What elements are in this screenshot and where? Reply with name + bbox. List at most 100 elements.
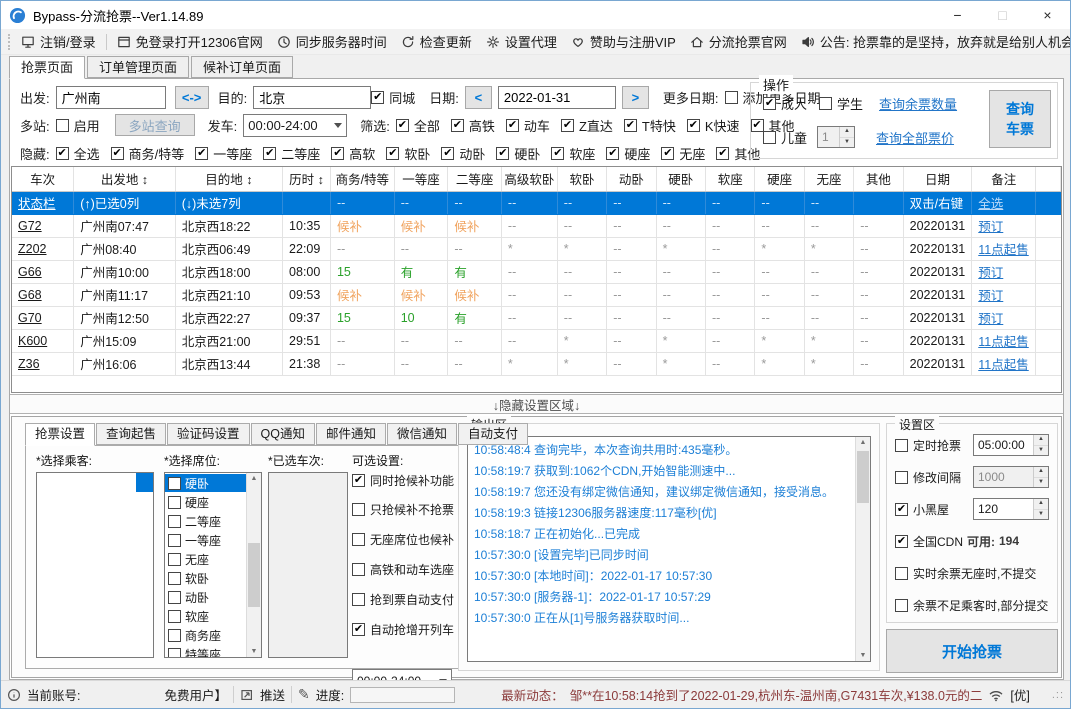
column-header-6[interactable]: 一等座 — [394, 167, 449, 192]
swap-stations-button[interactable]: <-> — [174, 85, 209, 109]
seat-item-2[interactable]: 硬座 — [165, 493, 246, 511]
setting-1-checkbox[interactable]: 定时抢票 — [895, 437, 961, 454]
train-number-cell[interactable]: G68 — [12, 283, 75, 307]
column-header-17[interactable]: 备注 — [971, 167, 1037, 192]
filter-5-checkbox[interactable]: ✔ T特快 — [623, 116, 676, 135]
query-prices-link[interactable]: 查询全部票价 — [876, 128, 954, 147]
column-header-3[interactable]: 目的地 ↕ — [175, 167, 284, 192]
train-number-cell[interactable]: G70 — [12, 306, 75, 330]
spinner-arrows[interactable]: ▲ ▼ — [839, 127, 855, 147]
child-count-spinner[interactable]: 1 ▲ ▼ — [817, 126, 856, 148]
train-row[interactable]: Z36 广州16:06 北京西13:44 21:38 -- -- -- * * -- * -- * * --… — [12, 352, 1061, 376]
remark-link-cell[interactable]: 预订 — [971, 214, 1037, 238]
filter-6-checkbox[interactable]: ✔ K快速 — [686, 116, 740, 135]
hide-9-checkbox[interactable]: ✔ 软座 — [551, 144, 595, 163]
spin-down-icon[interactable]: ▼ — [1034, 445, 1048, 455]
settings-tab-2[interactable]: 查询起售 — [96, 423, 167, 445]
same-city-checkbox[interactable]: ✔ 同城 — [371, 88, 415, 107]
column-header-4[interactable]: 历时 ↕ — [282, 167, 331, 192]
seat-list-scrollbar[interactable]: ▲ ▼ — [246, 473, 261, 657]
train-number-cell[interactable]: Z202 — [12, 237, 75, 261]
date-input[interactable] — [497, 85, 616, 109]
hide-4-checkbox[interactable]: ✔ 二等座 — [263, 144, 320, 163]
spin-down-icon[interactable]: ▼ — [1034, 477, 1048, 487]
maximize-button[interactable]: □ — [980, 1, 1025, 29]
toolbar-item-3[interactable]: 同步服务器时间 — [270, 30, 394, 54]
seat-item-4[interactable]: 一等座 — [165, 531, 246, 549]
toolbar-item-2[interactable]: 免登录打开12306官网 — [110, 30, 270, 54]
hidden-settings-divider[interactable]: ↓隐藏设置区域↓ — [10, 394, 1063, 414]
train-number-cell[interactable]: G66 — [12, 260, 75, 284]
spin-down-icon[interactable]: ▼ — [840, 137, 855, 147]
column-header-15[interactable]: 其他 — [853, 167, 904, 192]
spinner-arrows[interactable]: ▲ ▼ — [1033, 499, 1048, 519]
student-checkbox[interactable]: 学生 — [819, 94, 863, 113]
start-grab-button[interactable]: 开始抢票 — [886, 629, 1058, 673]
national-cdn-checkbox[interactable]: ✔ 全国CDN — [895, 533, 963, 550]
spin-up-icon[interactable]: ▲ — [1034, 499, 1048, 510]
remark-link-cell[interactable]: 全选 — [971, 191, 1037, 215]
from-input[interactable] — [55, 85, 166, 109]
hide-5-checkbox[interactable]: ✔ 高软 — [331, 144, 375, 163]
option-6-checkbox[interactable]: ✔ 自动抢增开列车 — [352, 621, 454, 638]
hide-10-checkbox[interactable]: ✔ 硬座 — [606, 144, 650, 163]
option-5-checkbox[interactable]: 抢到票自动支付 — [352, 591, 454, 608]
setting-2-spinner[interactable]: 1000 ▲ ▼ — [973, 466, 1049, 488]
remark-link-cell[interactable]: 预订 — [971, 260, 1037, 284]
hide-8-checkbox[interactable]: ✔ 硬卧 — [496, 144, 540, 163]
spin-down-icon[interactable]: ▼ — [1034, 509, 1048, 519]
to-input[interactable] — [253, 85, 372, 109]
column-header-7[interactable]: 二等座 — [447, 167, 502, 192]
train-number-cell[interactable]: Z36 — [12, 352, 75, 376]
setting-extra-2-checkbox[interactable]: 余票不足乘客时,部分提交 — [895, 597, 1048, 614]
column-header-2[interactable]: 出发地 ↕ — [73, 167, 176, 192]
column-header-8[interactable]: 高级软卧 — [501, 167, 558, 192]
query-remaining-link[interactable]: 查询余票数量 — [879, 94, 957, 113]
passenger-list[interactable] — [36, 472, 154, 658]
setting-3-checkbox[interactable]: ✔ 小黑屋 — [895, 501, 949, 518]
train-row[interactable]: Z202 广州08:40 北京西06:49 22:09 -- -- -- * * -- * -- * * -… — [12, 237, 1061, 261]
status-row[interactable]: 状态栏 (↑)已选0列 (↓)未选7列 -- -- -- -- -- -- -- -- -- -- 双击/… — [12, 191, 1061, 215]
train-number-cell[interactable]: K600 — [12, 329, 75, 353]
train-row[interactable]: G72 广州南07:47 北京西18:22 10:35 候补 候补 候补 -- -- -- -- --… — [12, 214, 1061, 238]
settings-tab-1[interactable]: 抢票设置 — [25, 423, 96, 446]
depart-time-select[interactable]: 00:00-24:00 — [243, 113, 348, 137]
column-header-11[interactable]: 硬卧 — [656, 167, 707, 192]
main-tab-2[interactable]: 订单管理页面 — [87, 56, 190, 78]
column-header-14[interactable]: 无座 — [804, 167, 855, 192]
train-row[interactable]: G66 广州南10:00 北京西18:00 08:00 15 有有 -- -- -- -- -- --… — [12, 260, 1061, 284]
multi-enable-checkbox[interactable]: 启用 — [55, 116, 100, 135]
settings-tab-7[interactable]: 自动支付 — [458, 423, 529, 445]
seat-item-8[interactable]: 软座 — [165, 607, 246, 625]
option-1-checkbox[interactable]: ✔ 同时抢候补功能 — [352, 472, 454, 489]
filter-3-checkbox[interactable]: ✔ 动车 — [505, 116, 550, 135]
column-header-13[interactable]: 硬座 — [754, 167, 805, 192]
query-tickets-button[interactable]: 查询 车票 — [989, 90, 1051, 148]
spin-up-icon[interactable]: ▲ — [1034, 467, 1048, 478]
filter-4-checkbox[interactable]: ✔ Z直达 — [560, 116, 613, 135]
toolbar-item-7[interactable]: 分流抢票官网 — [683, 30, 794, 54]
option-4-checkbox[interactable]: 高铁和动车选座 — [352, 561, 454, 578]
next-date-button[interactable]: > — [621, 85, 649, 109]
hide-7-checkbox[interactable]: ✔ 动卧 — [441, 144, 485, 163]
settings-tab-5[interactable]: 邮件通知 — [316, 423, 387, 445]
spinner-arrows[interactable]: ▲ ▼ — [1033, 435, 1048, 455]
seat-item-1[interactable]: 硬卧 — [165, 474, 246, 492]
filter-1-checkbox[interactable]: ✔ 全部 — [395, 116, 440, 135]
column-header-5[interactable]: 商务/特等 — [330, 167, 395, 192]
push-label[interactable]: 推送 — [260, 685, 285, 704]
toolbar-item-8[interactable]: 公告: 抢票靠的是坚持，放弃就是给别人机会! — [794, 30, 1070, 54]
column-header-1[interactable]: 车次 — [12, 167, 75, 192]
spinner-arrows[interactable]: ▲ ▼ — [1033, 467, 1048, 487]
settings-tab-3[interactable]: 验证码设置 — [167, 423, 250, 445]
scroll-down-icon[interactable]: ▼ — [247, 648, 261, 655]
scroll-up-icon[interactable]: ▲ — [247, 475, 261, 482]
seat-item-10[interactable]: 特等座 — [165, 645, 246, 657]
train-row[interactable]: K600 广州15:09 北京西21:00 29:51 -- -- -- -- * -- * -- * *… — [12, 329, 1061, 353]
remark-link-cell[interactable]: 预订 — [971, 283, 1037, 307]
setting-2-checkbox[interactable]: 修改间隔 — [895, 469, 961, 486]
hide-1-checkbox[interactable]: ✔ 全选 — [55, 144, 100, 163]
main-tab-3[interactable]: 候补订单页面 — [191, 56, 294, 78]
seat-item-5[interactable]: 无座 — [165, 550, 246, 568]
toolbar-item-5[interactable]: 设置代理 — [479, 30, 564, 54]
